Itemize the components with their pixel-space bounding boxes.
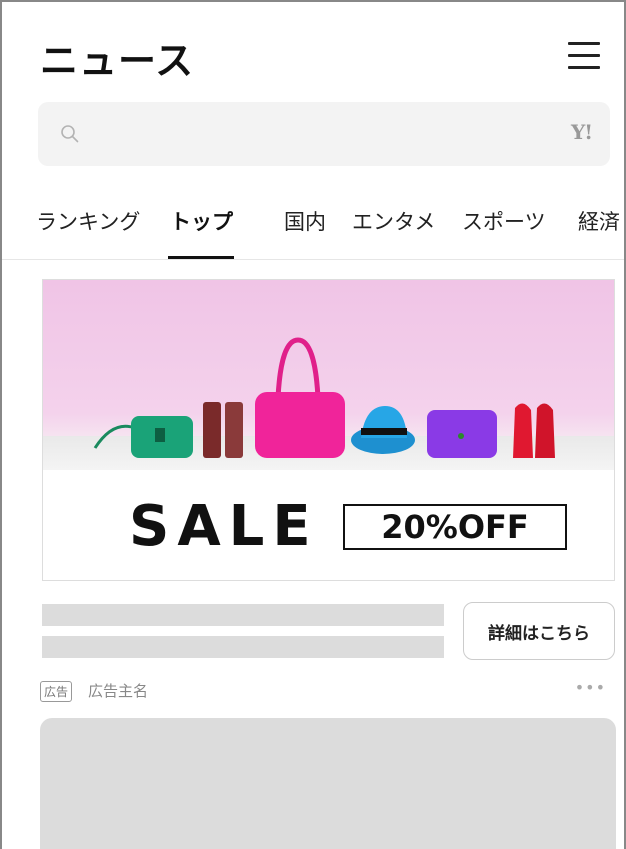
tab-economy[interactable]: 経済 xyxy=(578,206,620,236)
fashion-products-image xyxy=(43,280,614,470)
news-app-screen: ニュース Y! ランキング トップ 国内 エンタメ スポーツ 経済 SALE 2… xyxy=(0,0,626,849)
content-placeholder-card xyxy=(40,718,616,849)
details-button[interactable]: 詳細はこちら xyxy=(463,602,615,660)
tab-entertainment[interactable]: エンタメ xyxy=(352,206,435,236)
search-input[interactable] xyxy=(94,116,534,152)
more-horizontal-icon[interactable]: ••• xyxy=(575,678,606,697)
ad-subtitle-placeholder xyxy=(42,636,444,658)
tab-ranking[interactable]: ランキング xyxy=(36,206,140,236)
sale-headline: SALE xyxy=(129,494,319,559)
tab-sports[interactable]: スポーツ xyxy=(462,206,546,236)
search-icon xyxy=(61,125,79,143)
search-bar[interactable]: Y! xyxy=(38,102,610,166)
ad-badge: 広告 xyxy=(40,681,73,702)
tab-domestic[interactable]: 国内 xyxy=(284,206,326,236)
product-lineup-illustration xyxy=(93,337,555,458)
active-tab-indicator xyxy=(168,256,234,259)
ad-banner[interactable]: SALE 20%OFF xyxy=(42,279,615,581)
category-tabs: ランキング トップ 国内 エンタメ スポーツ 経済 xyxy=(2,186,624,260)
app-header: ニュース xyxy=(2,2,624,100)
ad-title-placeholder xyxy=(42,604,444,626)
discount-label: 20%OFF xyxy=(343,504,567,550)
hamburger-menu-icon[interactable] xyxy=(568,42,600,70)
yahoo-logo-icon[interactable]: Y! xyxy=(571,120,593,144)
tab-top[interactable]: トップ xyxy=(170,206,233,236)
app-logo[interactable]: ニュース xyxy=(40,30,194,85)
advertiser-name: 広告主名 xyxy=(88,682,149,700)
